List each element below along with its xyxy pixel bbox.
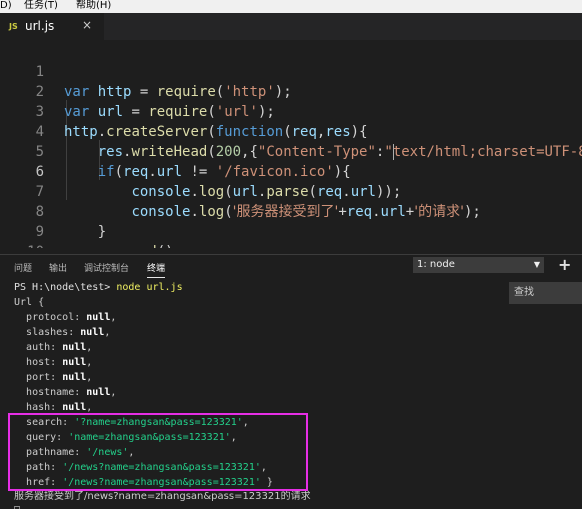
code-line: 9 res.end(); bbox=[0, 202, 582, 248]
code-editor[interactable]: 1 var http = require('http'); 2 var url … bbox=[0, 40, 582, 248]
field-value: null bbox=[62, 402, 87, 413]
terminal-field-line: auth: null, bbox=[26, 342, 93, 353]
code-line: 1 var http = require('http'); bbox=[0, 42, 582, 100]
close-icon[interactable]: × bbox=[82, 18, 92, 32]
code-line: 8 } bbox=[0, 182, 582, 240]
field-key: slashes bbox=[26, 327, 69, 338]
prompt: PS H:\node\test> bbox=[14, 282, 117, 293]
terminal-field-line: protocol: null, bbox=[26, 312, 117, 323]
line-number: 10 bbox=[0, 242, 44, 248]
code-line: 5 if(req.url != '/favicon.ico'){ bbox=[0, 122, 582, 180]
field-key: port bbox=[26, 372, 51, 383]
tab-terminal[interactable]: 终端 bbox=[147, 261, 166, 278]
field-key: host bbox=[26, 357, 51, 368]
terminal-field-line: port: null, bbox=[26, 372, 93, 383]
code-line: 7 console.log('服务器接受到了'+req.url+'的请求'); bbox=[0, 162, 582, 220]
field-value: null bbox=[86, 312, 111, 323]
menu-bar: D) 任务(T) 帮助(H) bbox=[0, 0, 582, 13]
terminal-line: PS H:\node\test> node url.js bbox=[14, 280, 183, 295]
code-line: 4 res.writeHead(200,{"Content-Type":"tex… bbox=[0, 102, 582, 160]
editor-tab-bar: JS url.js × bbox=[0, 13, 582, 40]
terminal-cursor-line: □ bbox=[14, 502, 20, 509]
field-key: hash bbox=[26, 402, 51, 413]
menu-item-d[interactable]: D) bbox=[0, 0, 12, 12]
terminal-field-line: host: null, bbox=[26, 357, 93, 368]
field-value: null bbox=[80, 327, 105, 338]
tab-output[interactable]: 输出 bbox=[49, 261, 67, 274]
highlight-box bbox=[8, 413, 308, 491]
field-key: hostname bbox=[26, 387, 75, 398]
add-terminal-button[interactable]: + bbox=[558, 255, 571, 274]
javascript-file-icon: JS bbox=[9, 22, 18, 31]
menu-item-tasks[interactable]: 任务(T) bbox=[24, 0, 58, 12]
terminal-field-line: slashes: null, bbox=[26, 327, 111, 338]
field-value: null bbox=[62, 342, 87, 353]
tab-url-js[interactable]: JS url.js × bbox=[0, 13, 104, 40]
field-value: null bbox=[62, 372, 87, 383]
field-value: null bbox=[62, 357, 87, 368]
code-line: 6 console.log(url.parse(req.url)); bbox=[0, 142, 582, 200]
field-key: protocol bbox=[26, 312, 75, 323]
command: node url.js bbox=[116, 282, 183, 293]
field-value: null bbox=[86, 387, 111, 398]
tab-debug-console[interactable]: 调试控制台 bbox=[84, 261, 129, 274]
menu-item-help[interactable]: 帮助(H) bbox=[76, 0, 111, 12]
terminal-line: 服务器接受到了/news?name=zhangsan&pass=123321的请… bbox=[14, 491, 311, 502]
terminal-select[interactable]: 1: node ▼ bbox=[413, 257, 544, 273]
terminal-select-value: 1: node bbox=[417, 259, 455, 270]
code-line: 3 http.createServer(function(req,res){ bbox=[0, 82, 582, 140]
tab-problems[interactable]: 问题 bbox=[14, 261, 32, 274]
terminal-field-line: hostname: null, bbox=[26, 387, 117, 398]
code-line: 10 }).listen(8888,'127.1.1.11'); bbox=[0, 222, 582, 248]
chevron-down-icon: ▼ bbox=[533, 260, 540, 269]
field-key: auth bbox=[26, 342, 51, 353]
code-line: 2 var url = require('url'); bbox=[0, 62, 582, 120]
terminal-line: Url { bbox=[14, 297, 45, 308]
tab-filename: url.js bbox=[25, 19, 55, 33]
